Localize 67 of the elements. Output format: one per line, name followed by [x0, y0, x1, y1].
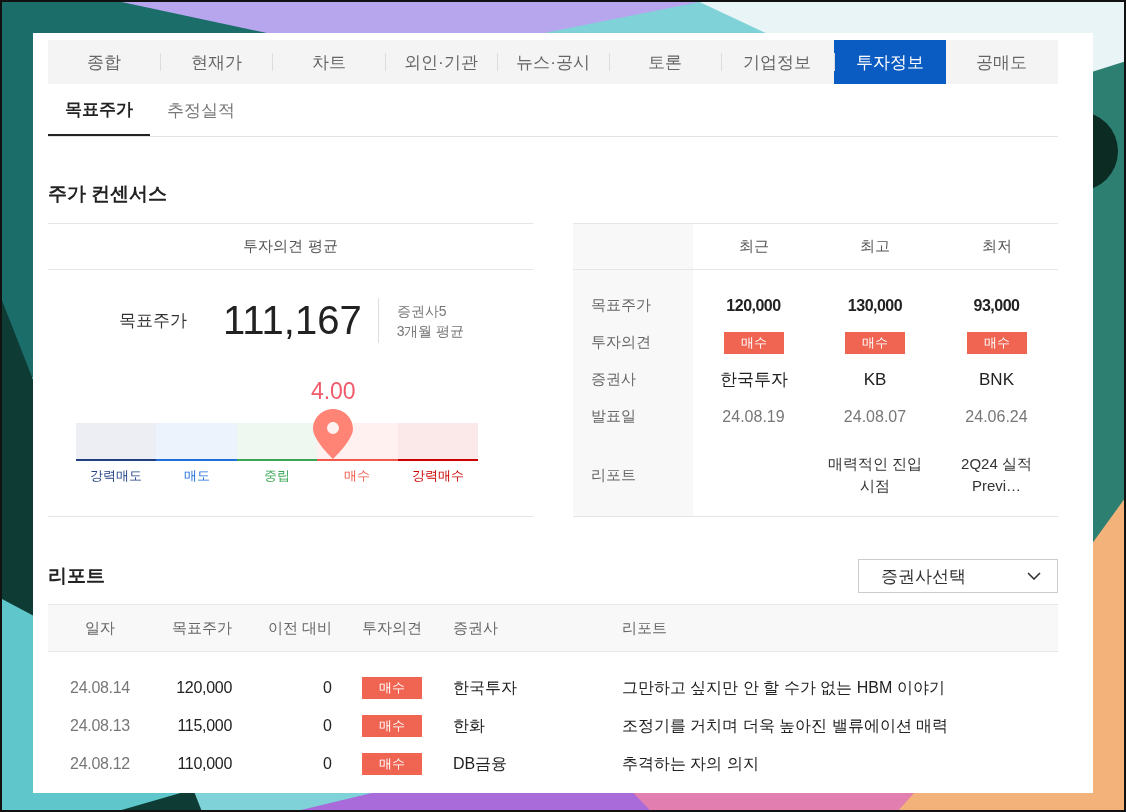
column-header: 최저: [980, 237, 1013, 256]
broker-count: 증권사5: [396, 301, 448, 321]
price-value: 93,000: [973, 296, 1020, 315]
broker-select[interactable]: 증권사선택: [858, 559, 1058, 593]
price-label: 목표주가: [119, 310, 187, 332]
tab[interactable]: 투자정보: [833, 40, 946, 84]
column-header: 이전 대비: [266, 618, 332, 638]
column-header: 최근: [737, 237, 770, 256]
price-value: 130,000: [847, 296, 903, 315]
date-cell-text: 24.08.13: [69, 717, 131, 735]
tab[interactable]: 기업정보: [721, 40, 834, 84]
panel-header: 투자의견 평균: [48, 224, 533, 270]
broker-name: BNK: [979, 369, 1014, 390]
gauge-label: 매수: [343, 467, 372, 485]
date-value: 24.08.19: [722, 407, 785, 426]
date-value: 24.06.24: [965, 407, 1028, 426]
price-value: 120,000: [726, 296, 781, 315]
column-header: 투자의견: [361, 618, 423, 638]
opinion-badge: 매수: [845, 331, 905, 354]
change-cell-text: 0: [322, 755, 332, 773]
column-header: 최고: [859, 237, 891, 256]
change-cell-text: 0: [322, 679, 332, 697]
section-title: 주가 컨센서스: [48, 182, 169, 206]
opinion-badge: 매수: [723, 331, 784, 354]
date-cell-text: 24.08.12: [69, 755, 131, 773]
tab[interactable]: 외인·기관: [384, 40, 497, 84]
report-link[interactable]: 조정기를 거치며 더욱 높아진 밸류에이션 매력: [622, 715, 1058, 737]
chevron-down-icon: [1027, 572, 1041, 580]
price-cell-text: 120,000: [175, 679, 232, 697]
tab[interactable]: 차트: [272, 40, 385, 84]
change-cell-text: 0: [322, 717, 332, 735]
gauge-label: 매도: [182, 467, 211, 485]
score-value: 4.00: [310, 378, 356, 405]
opinion-badge: 매수: [966, 331, 1027, 354]
opinion-badge: 매수: [362, 715, 422, 737]
gauge-label: 강력매수: [410, 467, 465, 485]
gauge-label: 중립: [263, 467, 291, 485]
price-cell-text: 115,000: [176, 717, 232, 735]
gauge-label: 강력매도: [89, 467, 144, 485]
report-link[interactable]: 2Q24 실적 Previ…: [946, 453, 1047, 497]
column-header: 증권사: [452, 618, 499, 638]
tab[interactable]: 공매도: [945, 40, 1058, 84]
column-header: 일자: [84, 618, 116, 638]
opinion-badge: 매수: [362, 753, 422, 775]
period-label: 3개월 평균: [396, 321, 465, 341]
broker-name: KB: [863, 369, 887, 390]
subtab[interactable]: 목표주가: [48, 84, 150, 136]
column-header: 목표주가: [171, 618, 232, 638]
broker-name: 한국투자: [719, 369, 788, 391]
report-link[interactable]: 추격하는 자의 의지: [622, 753, 1058, 775]
broker-cell-text: 한화: [452, 715, 486, 736]
section-title: 리포트: [48, 564, 105, 588]
price-cell-text: 110,000: [176, 755, 232, 773]
broker-cell-text: 한국투자: [452, 677, 518, 698]
tab[interactable]: 뉴스·공시: [496, 40, 610, 84]
tab[interactable]: 종합: [48, 40, 161, 84]
opinion-badge: 매수: [362, 677, 422, 699]
target-price: 111,167: [223, 298, 379, 343]
broker-cell-text: DB금융: [452, 753, 509, 774]
column-header: 리포트: [622, 618, 668, 638]
subtab[interactable]: 추정실적: [150, 84, 252, 136]
date-cell-text: 24.08.14: [69, 679, 131, 697]
date-value: 24.08.07: [843, 407, 907, 426]
tab[interactable]: 현재가: [160, 40, 273, 84]
report-link[interactable]: 그만하고 싶지만 안 할 수가 없는 HBM 이야기: [622, 677, 1058, 699]
report-link[interactable]: 매력적인 진입 시점: [825, 453, 925, 497]
tab[interactable]: 토론: [609, 40, 722, 84]
